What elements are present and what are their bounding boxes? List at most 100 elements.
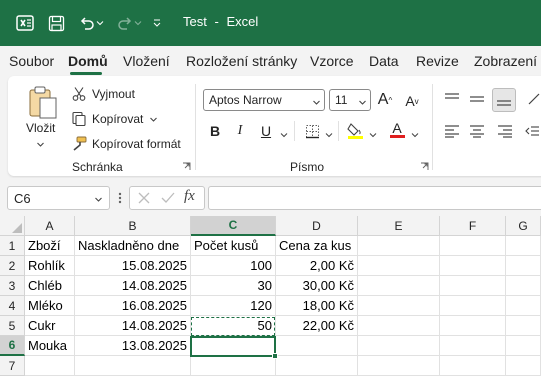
tab-soubor[interactable]: Soubor xyxy=(9,53,54,69)
underline-button[interactable]: U xyxy=(256,121,276,141)
row-header-2[interactable]: 2 xyxy=(0,256,25,276)
cell-b4[interactable]: 16.08.2025 xyxy=(75,296,191,316)
cell-a5[interactable]: Cukr xyxy=(25,316,75,336)
cell-d7[interactable] xyxy=(276,356,358,376)
cell-g6[interactable] xyxy=(506,336,541,356)
cell-d2[interactable]: 2,00 Kč xyxy=(276,256,358,276)
copy-dropdown-icon[interactable] xyxy=(149,115,158,124)
shrink-font-button[interactable]: Av xyxy=(402,91,422,111)
underline-dropdown-icon[interactable] xyxy=(280,128,288,138)
cell-e1[interactable] xyxy=(358,236,440,256)
tab-zobrazeni[interactable]: Zobrazení xyxy=(474,53,537,69)
cell-f2[interactable] xyxy=(440,256,506,276)
cell-b6[interactable]: 13.08.2025 xyxy=(75,336,191,356)
cell-d3[interactable]: 30,00 Kč xyxy=(276,276,358,296)
row-header-4[interactable]: 4 xyxy=(0,296,25,316)
cell-f4[interactable] xyxy=(440,296,506,316)
formula-input[interactable] xyxy=(208,186,541,210)
grow-font-button[interactable]: A ^ xyxy=(375,90,395,110)
align-middle-button[interactable] xyxy=(467,89,487,109)
cell-c4[interactable]: 120 xyxy=(191,296,276,316)
customize-toolbar-icon[interactable] xyxy=(150,12,164,34)
cell-b5[interactable]: 14.08.2025 xyxy=(75,316,191,336)
more-options-icon[interactable] xyxy=(118,190,122,206)
cell-b3[interactable]: 14.08.2025 xyxy=(75,276,191,296)
decrease-indent-icon[interactable] xyxy=(522,121,541,141)
cell-e4[interactable] xyxy=(358,296,440,316)
select-all-corner[interactable] xyxy=(0,216,25,236)
tab-revize[interactable]: Revize xyxy=(416,53,459,69)
borders-button[interactable] xyxy=(302,121,322,141)
font-color-button[interactable]: A xyxy=(387,119,407,139)
cell-c2[interactable]: 100 xyxy=(191,256,276,276)
cell-b1[interactable]: Naskladněno dne xyxy=(75,236,191,256)
cancel-icon[interactable] xyxy=(136,190,152,206)
tab-domu[interactable]: Domů xyxy=(68,53,108,69)
cell-e6[interactable] xyxy=(358,336,440,356)
align-top-button[interactable] xyxy=(442,89,462,109)
enter-icon[interactable] xyxy=(160,190,176,206)
cell-a3[interactable]: Chléb xyxy=(25,276,75,296)
cell-d1[interactable]: Cena za kus xyxy=(276,236,358,256)
tab-vlozeni[interactable]: Vložení xyxy=(123,53,170,69)
cell-b7[interactable] xyxy=(75,356,191,376)
italic-button[interactable]: I xyxy=(230,121,250,141)
name-box[interactable]: C6 xyxy=(7,186,110,210)
cell-f3[interactable] xyxy=(440,276,506,296)
cell-g3[interactable] xyxy=(506,276,541,296)
cell-a1[interactable]: Zboží xyxy=(25,236,75,256)
row-header-6[interactable]: 6 xyxy=(0,336,25,356)
column-header-g[interactable]: G xyxy=(506,216,541,236)
column-header-f[interactable]: F xyxy=(440,216,506,236)
fill-color-button[interactable] xyxy=(345,120,365,140)
paste-icon[interactable] xyxy=(26,84,62,120)
font-name-dropdown-icon[interactable] xyxy=(312,96,320,105)
cell-a4[interactable]: Mléko xyxy=(25,296,75,316)
cell-f7[interactable] xyxy=(440,356,506,376)
bold-button[interactable]: B xyxy=(205,121,225,141)
row-header-7[interactable]: 7 xyxy=(0,356,25,376)
orientation-icon[interactable] xyxy=(524,89,541,109)
column-header-b[interactable]: B xyxy=(75,216,191,236)
cell-c5[interactable]: 50 xyxy=(191,316,276,336)
cell-g4[interactable] xyxy=(506,296,541,316)
cell-g2[interactable] xyxy=(506,256,541,276)
cell-f5[interactable] xyxy=(440,316,506,336)
cell-d4[interactable]: 18,00 Kč xyxy=(276,296,358,316)
cell-e7[interactable] xyxy=(358,356,440,376)
cell-e5[interactable] xyxy=(358,316,440,336)
font-size-dropdown-icon[interactable] xyxy=(358,96,366,105)
tab-vzorce[interactable]: Vzorce xyxy=(310,53,354,69)
cell-e2[interactable] xyxy=(358,256,440,276)
align-right-button[interactable] xyxy=(495,121,515,141)
column-header-d[interactable]: D xyxy=(276,216,358,236)
cell-d6[interactable] xyxy=(276,336,358,356)
font-launcher-icon[interactable] xyxy=(420,160,430,170)
name-box-dropdown-icon[interactable] xyxy=(94,195,103,204)
insert-function-icon[interactable]: fx xyxy=(184,188,195,205)
copy-button[interactable]: Kopírovat xyxy=(70,110,158,128)
font-name-combobox[interactable]: Aptos Narrow xyxy=(203,89,325,111)
cell-d5[interactable]: 22,00 Kč xyxy=(276,316,358,336)
fill-color-dropdown-icon[interactable] xyxy=(369,128,377,138)
cut-button[interactable]: Vyjmout xyxy=(70,85,135,103)
row-header-1[interactable]: 1 xyxy=(0,236,25,256)
align-left-button[interactable] xyxy=(442,121,462,141)
cell-a2[interactable]: Rohlík xyxy=(25,256,75,276)
paste-dropdown-icon[interactable] xyxy=(36,138,46,148)
cell-f6[interactable] xyxy=(440,336,506,356)
cell-c6[interactable] xyxy=(191,336,276,356)
redo-dropdown-icon[interactable] xyxy=(132,12,144,34)
paste-label[interactable]: Vložit xyxy=(26,121,55,135)
cell-f1[interactable] xyxy=(440,236,506,256)
fill-handle[interactable] xyxy=(272,353,278,359)
column-header-e[interactable]: E xyxy=(358,216,440,236)
tab-rozlozeni-stranky[interactable]: Rozložení stránky xyxy=(186,53,297,69)
format-painter-button[interactable]: Kopírovat formát xyxy=(70,135,181,153)
align-center-button[interactable] xyxy=(467,121,487,141)
cell-b2[interactable]: 15.08.2025 xyxy=(75,256,191,276)
cell-g1[interactable] xyxy=(506,236,541,256)
align-bottom-button[interactable] xyxy=(492,88,516,112)
cell-a6[interactable]: Mouka xyxy=(25,336,75,356)
tab-data[interactable]: Data xyxy=(369,53,399,69)
